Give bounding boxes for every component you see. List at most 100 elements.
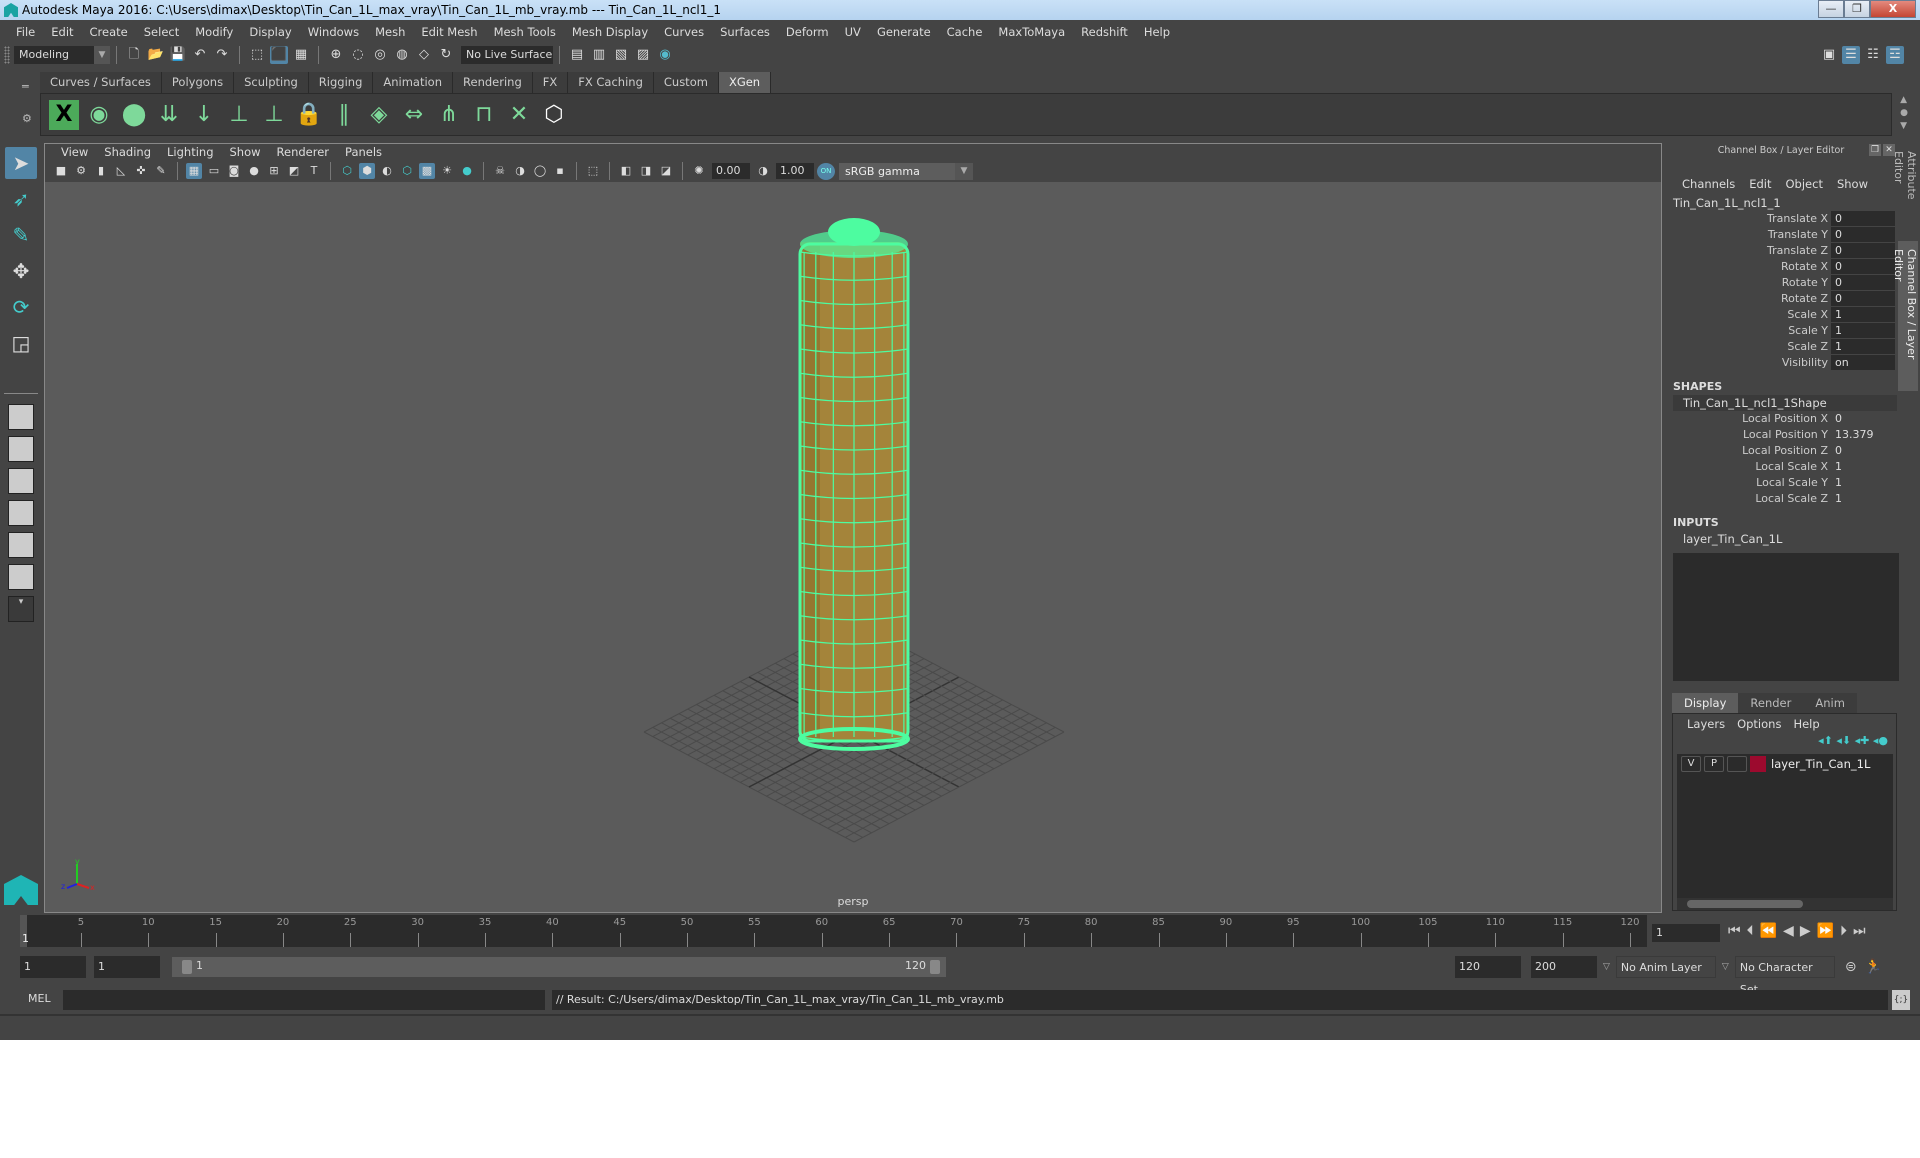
channel-box-tab[interactable]: Channel Box / Layer Editor	[1892, 241, 1918, 391]
playback-end-field[interactable]: 120	[1455, 956, 1521, 978]
command-input[interactable]	[63, 990, 545, 1010]
channel-value[interactable]: 1	[1831, 339, 1895, 355]
xgen-editor-icon[interactable]: X	[49, 99, 79, 130]
gamma-icon[interactable]: ◑	[755, 163, 771, 179]
snap-point-icon[interactable]: ◎	[371, 46, 389, 64]
select-hierarchy-icon[interactable]: ⬚	[248, 46, 266, 64]
layer-name[interactable]: layer_Tin_Can_1L	[1771, 757, 1870, 771]
outliner-layout-button[interactable]	[8, 468, 34, 494]
layer-playback-toggle[interactable]: P	[1704, 756, 1724, 772]
menu-uv[interactable]: UV	[837, 25, 869, 39]
menu-create[interactable]: Create	[82, 25, 136, 39]
grip-handle[interactable]	[4, 46, 10, 64]
scene-end-field[interactable]: 200	[1531, 956, 1597, 978]
channel-label[interactable]: Scale X	[1665, 307, 1831, 323]
go-to-end-icon[interactable]: ⏭	[1853, 923, 1866, 939]
scrollbar-thumb[interactable]	[1687, 900, 1803, 908]
render-settings-icon[interactable]: ▤	[568, 46, 586, 64]
menu-mesh-tools[interactable]: Mesh Tools	[486, 25, 564, 39]
channel-value[interactable]: 13.379	[1831, 427, 1895, 443]
menu-generate[interactable]: Generate	[869, 25, 939, 39]
attribute-editor-tab[interactable]: Attribute Editor	[1892, 143, 1918, 239]
vp-menu-view[interactable]: View	[53, 145, 96, 159]
scale-tool-icon[interactable]: ◲	[5, 327, 37, 359]
color-management-toggle[interactable]: ON	[817, 162, 835, 180]
lock-guide-icon[interactable]: 🔒	[294, 100, 324, 130]
gate-mask-icon[interactable]: ●	[246, 163, 262, 179]
menu-mesh[interactable]: Mesh	[367, 25, 413, 39]
delete-guide-icon[interactable]: ✕	[504, 100, 534, 130]
snap-surface-icon[interactable]: ◇	[415, 46, 433, 64]
restore-button[interactable]: ❐	[1844, 0, 1870, 18]
layer-tab-display[interactable]: Display	[1672, 693, 1739, 713]
textured-icon[interactable]: ▩	[419, 163, 435, 179]
new-scene-icon[interactable]: 🗋	[125, 46, 143, 64]
current-time-marker[interactable]: 1	[20, 915, 29, 947]
shelf-menu-icon[interactable]: ═	[22, 80, 29, 93]
range-end-handle[interactable]	[930, 960, 940, 974]
menu-edit-mesh[interactable]: Edit Mesh	[413, 25, 485, 39]
shelf-tab-fx[interactable]: FX	[532, 72, 569, 93]
render-current-icon[interactable]: ▥	[590, 46, 608, 64]
shelf-tab-curves-surfaces[interactable]: Curves / Surfaces	[40, 72, 162, 93]
channel-value[interactable]: 1	[1831, 475, 1895, 491]
shelf-tab-xgen[interactable]: XGen	[718, 72, 772, 93]
hypershade-layout-button[interactable]	[8, 532, 34, 558]
vp-menu-panels[interactable]: Panels	[337, 145, 390, 159]
reset-guide-icon[interactable]: ⇔	[399, 100, 429, 130]
channel-row[interactable]: Rotate Z0	[1665, 291, 1897, 307]
new-layer-icon[interactable]: ◂✚	[1855, 734, 1870, 747]
hypershade-icon[interactable]: ◉	[656, 46, 674, 64]
guide-preview-icon[interactable]: ⊓	[469, 100, 499, 130]
channel-value[interactable]: 0	[1831, 227, 1895, 243]
interactive-groom-icon[interactable]: ◈	[364, 100, 394, 130]
viewport-canvas[interactable]: y x z persp	[45, 182, 1661, 912]
create-description-icon[interactable]: ◉	[84, 100, 114, 130]
snap-view-plane-icon[interactable]: ◍	[393, 46, 411, 64]
film-gate-icon[interactable]: ▭	[206, 163, 222, 179]
image-plane-icon[interactable]: ◺	[113, 163, 129, 179]
character-set-dropdown[interactable]: No Character Set	[1734, 956, 1835, 996]
select-tool-icon[interactable]: ➤	[5, 147, 37, 179]
channel-row[interactable]: Scale Y1	[1665, 323, 1897, 339]
shelf-tab-rendering[interactable]: Rendering	[453, 72, 533, 93]
snap-curve-icon[interactable]: ◌	[349, 46, 367, 64]
channel-box-toggle-icon[interactable]: ☲	[1886, 46, 1904, 64]
layer-visibility-toggle[interactable]: V	[1681, 756, 1701, 772]
le-menu-options[interactable]: Options	[1731, 717, 1787, 731]
channel-label[interactable]: Scale Y	[1665, 323, 1831, 339]
channel-label[interactable]: Translate Z	[1665, 243, 1831, 259]
animation-prefs-icon[interactable]: 🏃	[1865, 959, 1882, 975]
channel-label[interactable]: Scale Z	[1665, 339, 1831, 355]
move-tool-icon[interactable]: ✥	[5, 255, 37, 287]
select-component-icon[interactable]: ▦	[292, 46, 310, 64]
play-backwards-icon[interactable]: ◀	[1783, 923, 1794, 939]
channel-value[interactable]: on	[1831, 355, 1895, 371]
channel-row[interactable]: Local Position X0	[1665, 411, 1897, 427]
close-button[interactable]: X	[1870, 0, 1916, 18]
shape-node-name[interactable]: Tin_Can_1L_ncl1_1Shape	[1673, 395, 1897, 411]
menu-surfaces[interactable]: Surfaces	[712, 25, 778, 39]
channel-label[interactable]: Visibility	[1665, 355, 1831, 371]
layer-row[interactable]: V P layer_Tin_Can_1L	[1677, 754, 1893, 774]
menu-mesh-display[interactable]: Mesh Display	[564, 25, 656, 39]
lasso-tool-icon[interactable]: ➶	[5, 183, 37, 215]
live-surface-field[interactable]: No Live Surface	[461, 46, 553, 64]
undo-icon[interactable]: ↶	[191, 46, 209, 64]
xray-joints-icon[interactable]: ◨	[638, 163, 654, 179]
channel-value[interactable]: 1	[1831, 323, 1895, 339]
channel-value[interactable]: 0	[1831, 443, 1895, 459]
channel-row[interactable]: Scale X1	[1665, 307, 1897, 323]
tool-settings-toggle-icon[interactable]: ☷	[1864, 46, 1882, 64]
menu-file[interactable]: File	[8, 25, 43, 39]
layout-more-button[interactable]: ▾	[8, 596, 34, 622]
layer-horizontal-scrollbar[interactable]	[1677, 898, 1893, 910]
delete-description-icon[interactable]: ⬤	[119, 100, 149, 130]
script-editor-icon[interactable]: {;}	[1892, 990, 1910, 1010]
vp-menu-shading[interactable]: Shading	[96, 145, 159, 159]
channel-label[interactable]: Local Scale Z	[1665, 491, 1831, 507]
channel-value[interactable]: 1	[1831, 459, 1895, 475]
channel-row[interactable]: Rotate X0	[1665, 259, 1897, 275]
range-start-handle[interactable]	[182, 960, 192, 974]
export-icon[interactable]: ↓	[189, 100, 219, 130]
